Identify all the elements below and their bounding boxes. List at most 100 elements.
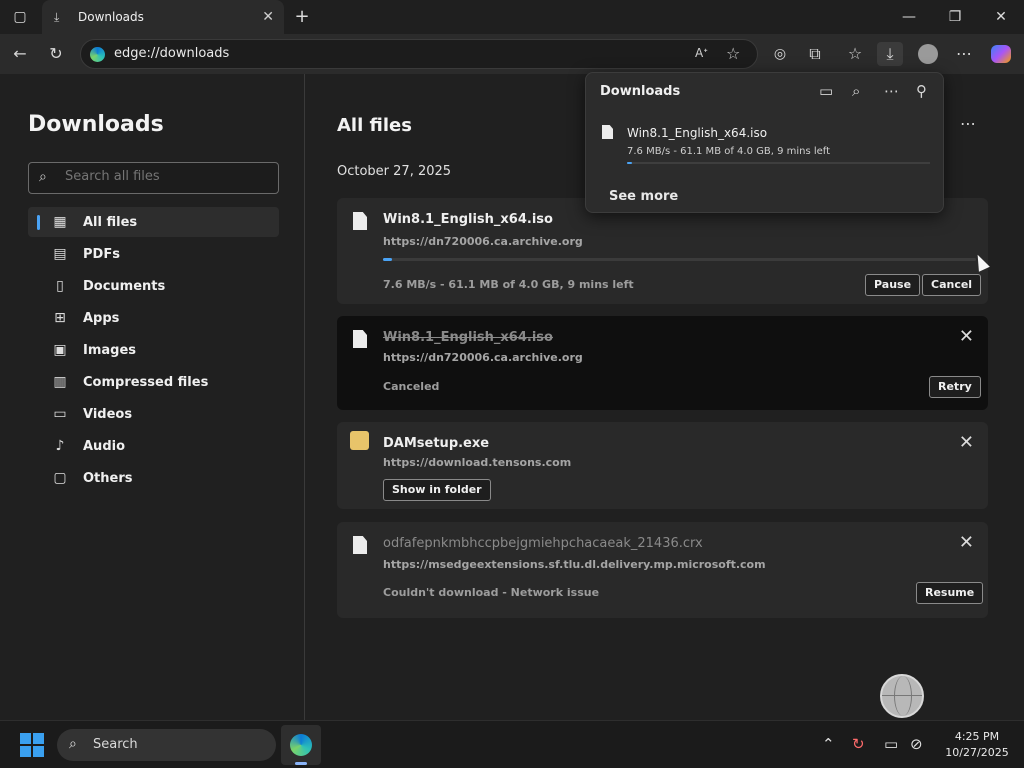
sidebar-item-images[interactable]: ▣ Images (28, 335, 279, 365)
folder-icon[interactable]: ▭ (819, 82, 833, 100)
file-name[interactable]: Win8.1_English_x64.iso (383, 212, 553, 227)
sidebar-item-label: PDFs (83, 246, 120, 262)
pause-button[interactable]: Pause (865, 274, 921, 296)
video-icon: ▭ (53, 406, 67, 422)
sidebar-item-all-files[interactable]: ▦ All files (28, 207, 279, 237)
taskbar: ⌕ Search ⌃ ↻ ▭ ⊘ 4:25 PM 10/27/2025 (0, 720, 1024, 768)
show-in-folder-button[interactable]: Show in folder (383, 479, 491, 501)
sidebar-item-label: Videos (83, 406, 133, 422)
file-name[interactable]: DAMsetup.exe (383, 436, 489, 451)
back-button[interactable]: ← (7, 42, 33, 66)
sidebar-item-label: Others (83, 470, 133, 486)
taskbar-edge-button[interactable] (281, 725, 321, 765)
other-file-icon: ▢ (53, 470, 67, 486)
tab-close-icon[interactable]: ✕ (262, 9, 274, 25)
new-tab-button[interactable]: + (290, 6, 314, 28)
copilot-icon[interactable] (988, 42, 1014, 66)
sidebar-item-videos[interactable]: ▭ Videos (28, 399, 279, 429)
taskbar-search[interactable]: ⌕ Search (57, 729, 276, 761)
clock-date: 10/27/2025 (945, 746, 1009, 759)
page-title: All files (337, 115, 412, 136)
pdf-icon: ▤ (53, 246, 67, 262)
download-status: Canceled (383, 380, 440, 393)
sidebar-item-label: Apps (83, 310, 120, 326)
display-icon[interactable]: ▭ (884, 735, 898, 753)
edge-icon (90, 47, 105, 62)
favorite-star-icon[interactable]: ☆ (726, 44, 740, 63)
browser-toolbar: ← ↻ edge://downloads Aᐩ ☆ ◎ ⧉ ☆ ⤓ ⋯ (0, 34, 1024, 74)
sidebar: Downloads ⌕ ▦ All files ▤ PDFs ▯ Documen… (0, 74, 305, 720)
active-app-indicator (295, 762, 307, 765)
file-icon (602, 125, 613, 139)
minimize-button[interactable]: — (897, 6, 921, 28)
chevron-up-icon[interactable]: ⌃ (822, 735, 835, 753)
see-more-link[interactable]: See more (609, 189, 678, 204)
profile-avatar[interactable] (915, 42, 941, 66)
start-button[interactable] (20, 733, 44, 757)
refresh-button[interactable]: ↻ (43, 42, 69, 66)
search-box[interactable]: ⌕ (28, 162, 279, 194)
grid-icon: ▦ (53, 214, 67, 230)
active-indicator (37, 215, 40, 230)
file-name[interactable]: Win8.1_English_x64.iso (383, 330, 553, 345)
file-source-url: https://download.tensons.com (383, 456, 572, 469)
sidebar-item-label: All files (83, 214, 138, 230)
sidebar-item-pdfs[interactable]: ▤ PDFs (28, 239, 279, 269)
audio-icon: ♪ (55, 438, 65, 454)
remove-icon[interactable]: ✕ (959, 532, 974, 553)
progress-fill (627, 162, 632, 164)
system-clock[interactable]: 4:25 PM 10/27/2025 (940, 729, 1014, 761)
file-source-url: https://dn720006.ca.archive.org (383, 235, 583, 248)
resume-button[interactable]: Resume (916, 582, 984, 604)
tab-downloads[interactable]: ⤓ Downloads ✕ (42, 0, 284, 34)
file-icon (353, 536, 367, 554)
globe-icon (880, 674, 924, 718)
search-input[interactable] (65, 169, 265, 184)
tab-title: Downloads (78, 10, 144, 24)
more-icon[interactable]: ⋯ (884, 82, 899, 100)
remove-icon[interactable]: ✕ (959, 326, 974, 347)
date-header: October 27, 2025 (337, 164, 452, 179)
extensions-icon[interactable]: ⧉ (802, 42, 828, 66)
downloads-icon[interactable]: ⤓ (877, 42, 903, 66)
downloads-flyout: Downloads ▭ ⌕ ⋯ ⚲ Win8.1_English_x64.iso… (585, 72, 944, 213)
address-bar[interactable]: edge://downloads Aᐩ ☆ (80, 39, 758, 69)
sync-icon[interactable]: ↻ (852, 735, 865, 753)
flyout-file-name[interactable]: Win8.1_English_x64.iso (627, 126, 767, 140)
file-name[interactable]: odfafepnkmbhccpbejgmiehpchacaeak_21436.c… (383, 536, 703, 551)
image-icon: ▣ (53, 342, 67, 358)
download-item: Win8.1_English_x64.iso https://dn720006.… (337, 198, 988, 304)
edge-icon (290, 734, 312, 756)
more-options-icon[interactable]: ⋯ (960, 114, 976, 133)
pin-icon[interactable]: ⚲ (916, 82, 927, 100)
search-icon[interactable]: ⌕ (852, 82, 860, 100)
download-item: odfafepnkmbhccpbejgmiehpchacaeak_21436.c… (337, 522, 988, 618)
progress-fill (383, 258, 392, 261)
favorites-icon[interactable]: ☆ (842, 42, 868, 66)
sidebar-item-apps[interactable]: ⊞ Apps (28, 303, 279, 333)
read-aloud-icon[interactable]: Aᐩ (695, 46, 708, 60)
close-window-button[interactable]: ✕ (989, 6, 1013, 28)
flyout-progress-bar (627, 162, 930, 164)
network-icon[interactable]: ⊘ (910, 735, 923, 753)
sidebar-item-label: Audio (83, 438, 126, 454)
retry-button[interactable]: Retry (929, 376, 981, 398)
sidebar-item-compressed-files[interactable]: ▥ Compressed files (28, 367, 279, 397)
title-bar: ▢ ⤓ Downloads ✕ + — ❐ ✕ (0, 0, 1024, 34)
settings-more-icon[interactable]: ⋯ (951, 42, 977, 66)
restore-button[interactable]: ❐ (943, 6, 967, 28)
sidebar-item-others[interactable]: ▢ Others (28, 463, 279, 493)
clock-time: 4:25 PM (954, 730, 1000, 743)
flyout-download-status: 7.6 MB/s - 61.1 MB of 4.0 GB, 9 mins lef… (627, 146, 831, 157)
file-source-url: https://msedgeextensions.sf.tlu.dl.deliv… (383, 558, 766, 571)
cancel-button[interactable]: Cancel (922, 274, 982, 296)
sidebar-item-audio[interactable]: ♪ Audio (28, 431, 279, 461)
flyout-title: Downloads (600, 84, 681, 99)
sidebar-item-documents[interactable]: ▯ Documents (28, 271, 279, 301)
progress-bar (383, 258, 976, 261)
performance-icon[interactable]: ◎ (767, 42, 793, 66)
remove-icon[interactable]: ✕ (959, 432, 974, 453)
tab-actions-icon[interactable]: ▢ (8, 6, 32, 28)
search-icon: ⌕ (39, 169, 47, 185)
sidebar-item-label: Documents (83, 278, 166, 294)
